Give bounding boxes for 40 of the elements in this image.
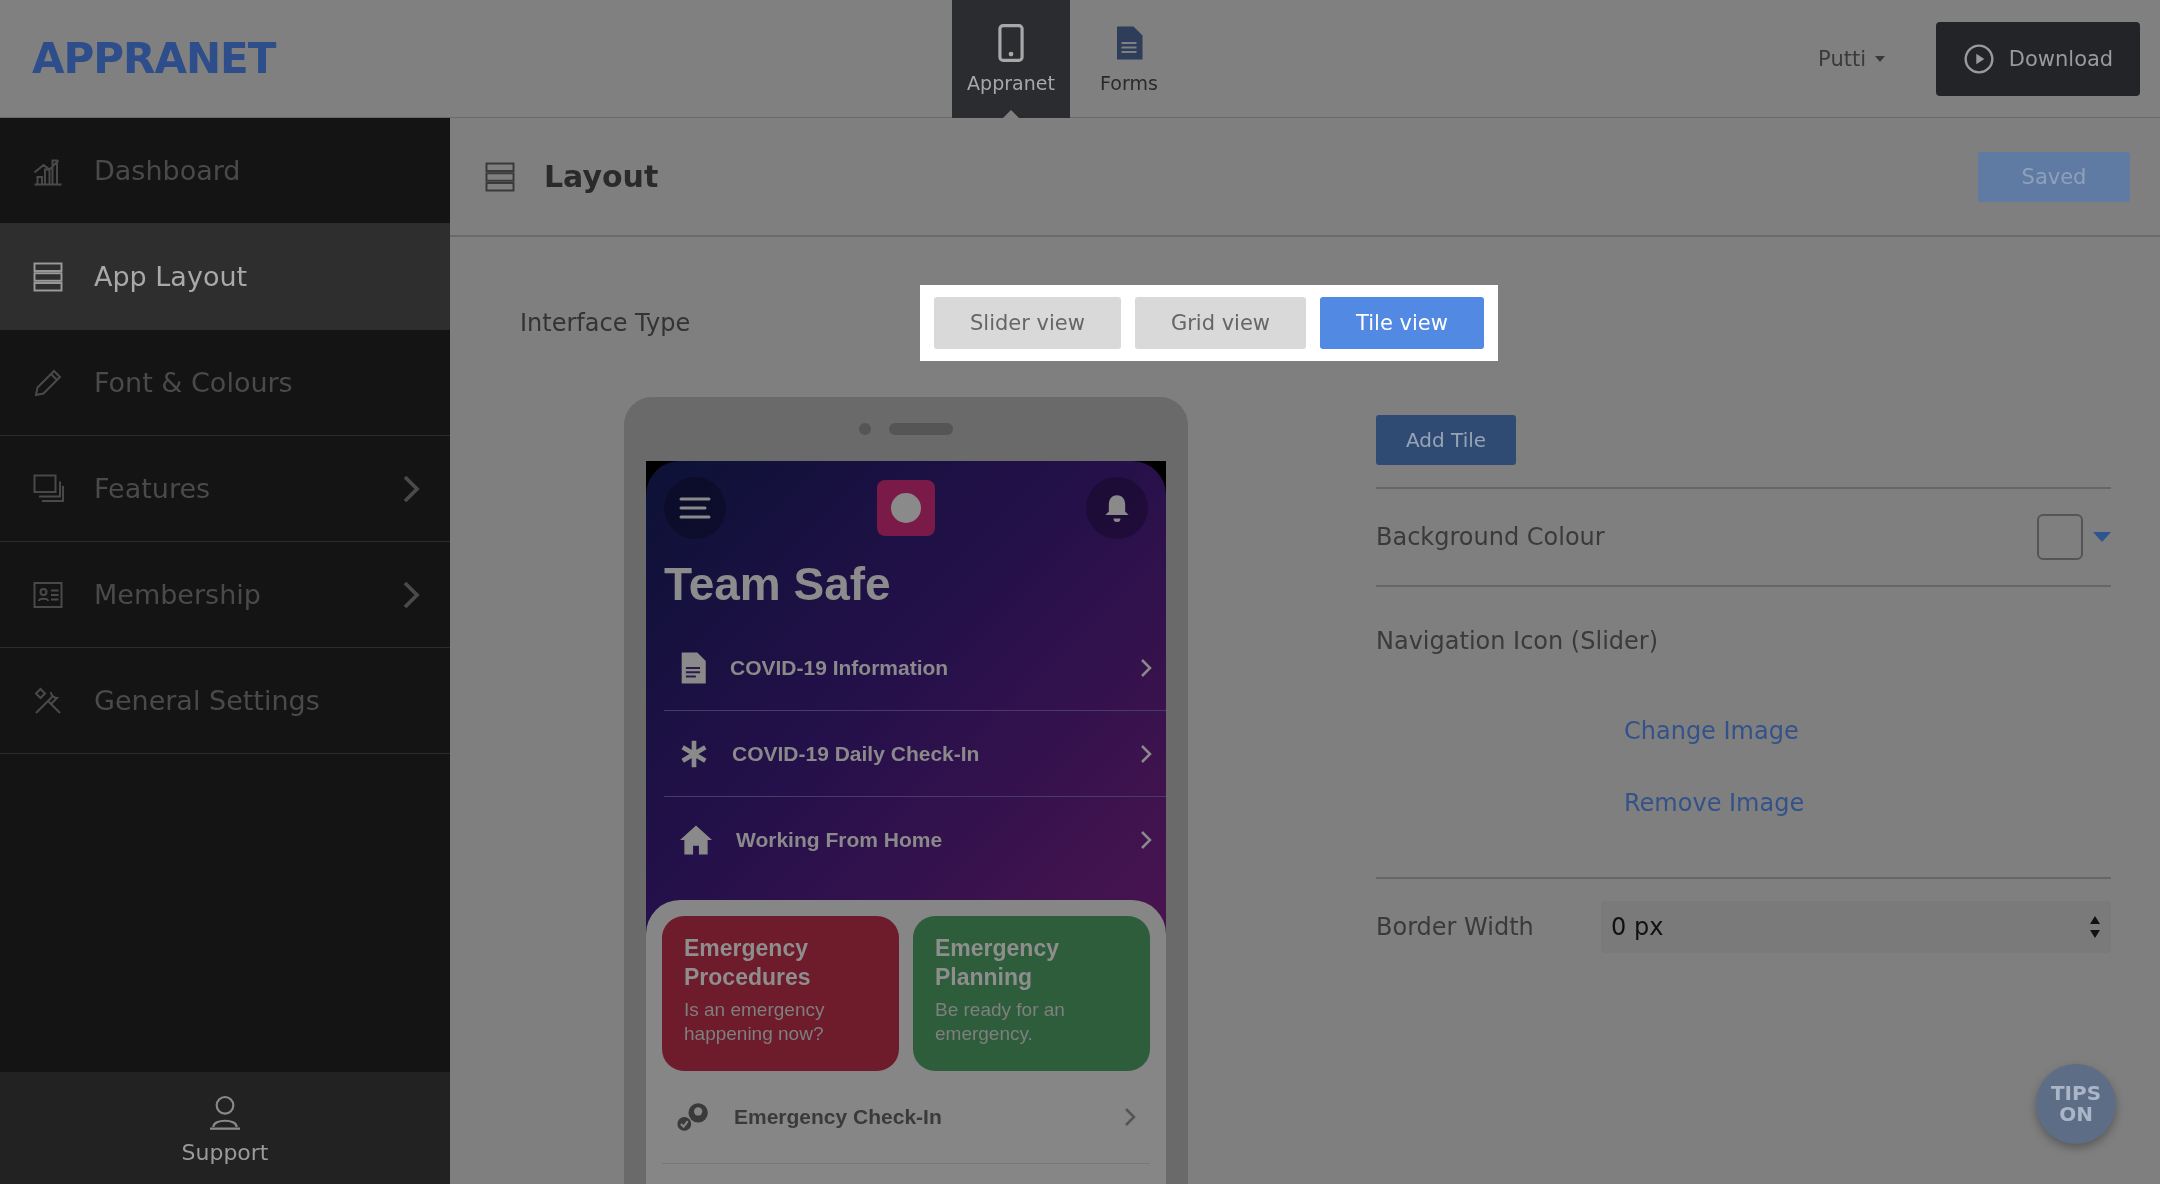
nav-tab[interactable]: Forms bbox=[1070, 0, 1188, 118]
interface-type-label: Interface Type bbox=[520, 309, 692, 337]
app-menu-row[interactable]: COVID-19 Information bbox=[664, 625, 1166, 711]
remove-image-link[interactable]: Remove Image bbox=[1624, 789, 1805, 817]
border-width-select[interactable]: 0 px bbox=[1601, 901, 2111, 953]
caret-icon bbox=[1874, 54, 1886, 63]
app-menu-row[interactable]: Emergency Check-In bbox=[662, 1071, 1150, 1164]
app-menu-row[interactable]: COVID-19 Daily Check-In bbox=[664, 711, 1166, 797]
view-option-button[interactable]: Slider view bbox=[934, 297, 1121, 349]
border-width-label: Border Width bbox=[1376, 913, 1535, 941]
spinner-arrows-icon bbox=[2089, 915, 2101, 939]
app-menu-row[interactable]: Working From Home bbox=[664, 797, 1166, 882]
change-image-link[interactable]: Change Image bbox=[1624, 717, 1799, 745]
page-title: Layout bbox=[544, 159, 660, 194]
active-tab-pointer bbox=[1003, 109, 1019, 118]
nav-tab[interactable]: Appranet bbox=[952, 0, 1070, 118]
tips-toggle-button[interactable]: TIPS ON bbox=[2036, 1064, 2116, 1144]
smartphone-icon bbox=[998, 23, 1024, 62]
download-button[interactable]: Download bbox=[1936, 21, 2140, 96]
chevron-right-icon bbox=[1124, 1107, 1136, 1127]
logo: APPRANET bbox=[32, 34, 278, 83]
view-option-button[interactable]: Grid view bbox=[1134, 297, 1307, 349]
add-tile-button[interactable]: Add Tile bbox=[1376, 415, 1517, 465]
view-option-button[interactable]: Tile view bbox=[1320, 297, 1484, 349]
app-icon bbox=[877, 480, 935, 536]
support-label: Support bbox=[181, 1139, 269, 1165]
support-panel[interactable]: Support bbox=[0, 1072, 450, 1184]
sidebar-item[interactable]: App Layout bbox=[0, 224, 450, 330]
user-menu[interactable]: Putti bbox=[1812, 45, 1892, 72]
app-tile[interactable]: Emergency Planning Be ready for an emergency. bbox=[913, 916, 1150, 1071]
background-colour-label: Background Colour bbox=[1376, 523, 1606, 551]
chevron-right-icon bbox=[1140, 829, 1152, 850]
app-tile[interactable]: Emergency Procedures Is an emergency happening now? bbox=[662, 916, 899, 1071]
navigation-icon-label: Navigation Icon (Slider) bbox=[1376, 627, 1660, 655]
chevron-right-icon bbox=[1140, 743, 1152, 764]
app-title: Team Safe bbox=[664, 557, 892, 611]
play-icon bbox=[1962, 42, 1995, 75]
house-icon bbox=[678, 823, 714, 856]
colour-swatch[interactable] bbox=[2037, 514, 2083, 560]
chevron-right-icon bbox=[1140, 657, 1152, 678]
